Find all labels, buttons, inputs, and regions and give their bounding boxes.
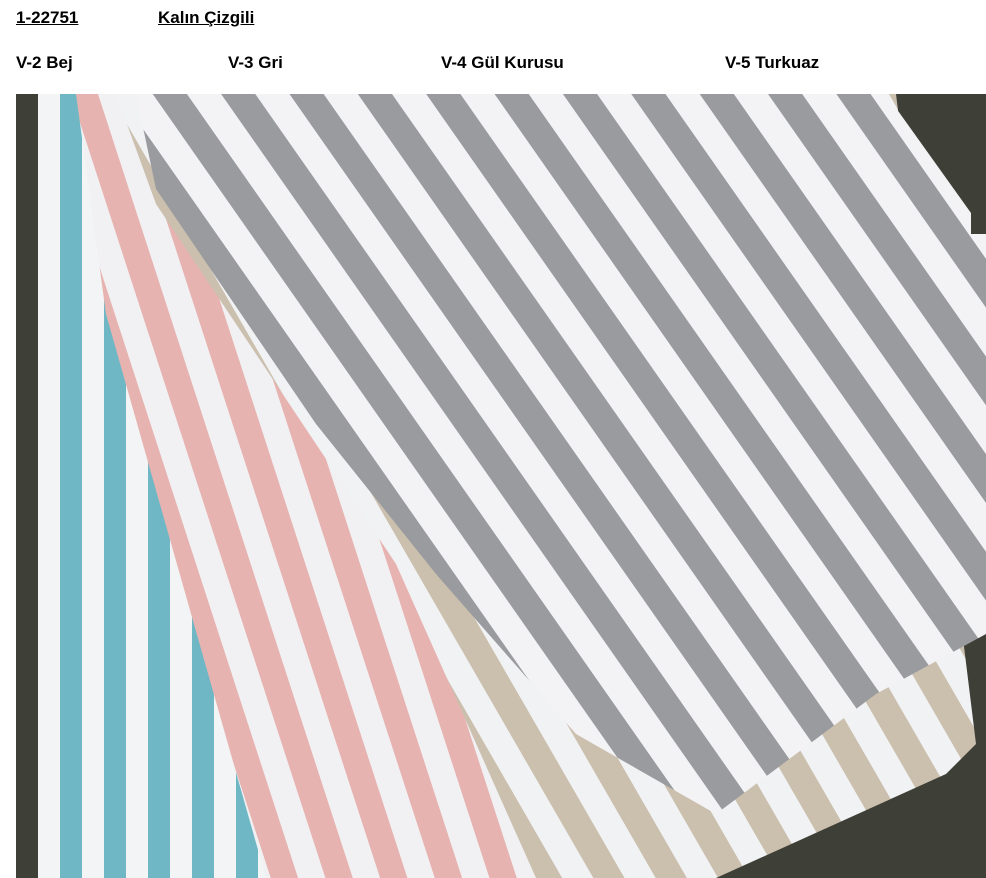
variant-label-v5: V-5 Turkuaz <box>725 53 820 72</box>
variant-label-v3: V-3 Gri <box>228 53 283 72</box>
fabric-swatch-image <box>16 94 986 878</box>
product-title: Kalın Çizgili <box>158 8 255 27</box>
product-code: 1-22751 <box>16 8 79 27</box>
variant-label-v4: V-4 Gül Kurusu <box>441 53 564 72</box>
variant-label-v2: V-2 Bej <box>16 53 73 72</box>
fabric-swatch-photo <box>16 94 986 878</box>
